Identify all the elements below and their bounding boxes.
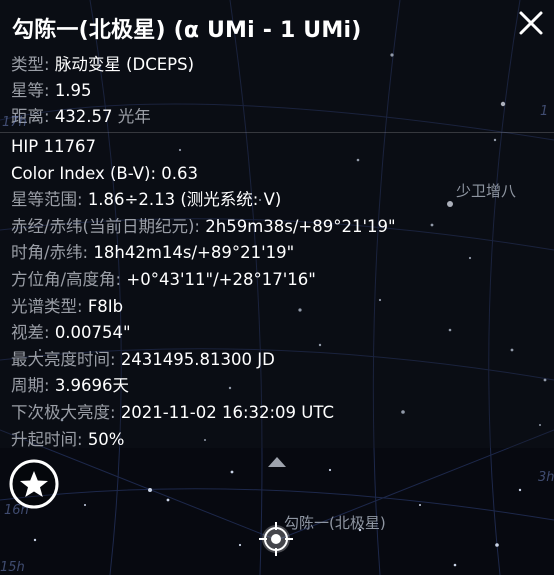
info-row: Color Index (B-V): 0.63 <box>11 164 198 184</box>
star-dot <box>148 488 152 492</box>
star-dot <box>328 468 332 472</box>
star-dot <box>518 488 522 492</box>
close-icon[interactable] <box>514 6 548 40</box>
info-row: 方位角/高度角: +0°43'11"/+28°17'16" <box>11 270 316 290</box>
info-label: 最大亮度时间: <box>11 350 121 369</box>
grid-label: 3h <box>538 470 554 485</box>
info-row: 赤经/赤纬(当前日期纪元): 2h59m38s/+89°21'19" <box>11 217 396 237</box>
info-value: +0°43'11"/+28°17'16" <box>126 270 316 289</box>
expand-panel-arrow-icon[interactable] <box>267 455 287 469</box>
info-row: 视差: 0.00754" <box>11 323 131 343</box>
info-value: 50% <box>87 430 125 449</box>
info-value: 1.86÷2.13 (测光系统: V) <box>87 190 282 209</box>
info-label: 方位角/高度角: <box>11 270 127 289</box>
selected-target-reticle-icon[interactable] <box>258 521 294 557</box>
grid-label: 1 <box>540 104 549 119</box>
info-value: 2431495.81300 JD <box>120 350 275 369</box>
sky-label-neighbor-star[interactable]: 少卫增八 <box>456 180 516 201</box>
grid-label: 15h <box>0 560 25 575</box>
info-label: 星等范围: <box>11 190 88 209</box>
info-value: 2h59m38s/+89°21'19" <box>205 217 396 236</box>
info-row-type: 类型: 脉动变星 (DCEPS) <box>11 55 194 75</box>
info-label: 周期: <box>11 376 55 395</box>
info-value: HIP 11767 <box>11 137 96 156</box>
info-value: 2021-11-02 16:32:09 UTC <box>120 403 335 422</box>
info-label: 星等: <box>11 81 55 100</box>
info-value: 18h42m14s/+89°21'19" <box>93 243 295 262</box>
star-dot <box>166 498 170 502</box>
info-row-distance: 距离: 432.57 光年 <box>11 107 151 127</box>
star-dot <box>495 543 499 547</box>
info-value: 432.57 <box>54 107 113 126</box>
info-label: 光谱类型: <box>11 297 88 316</box>
info-row-magnitude: 星等: 1.95 <box>11 81 92 101</box>
info-label: 视差: <box>11 323 55 342</box>
star-dot <box>84 504 86 506</box>
divider <box>0 132 554 133</box>
star-title: 勾陈一(北极星) (α UMi - 1 UMi) <box>12 18 362 43</box>
info-row: 光谱类型: F8Ib <box>11 297 123 317</box>
info-label: 赤经/赤纬(当前日期纪元): <box>11 217 206 236</box>
info-label: 下次极大亮度: <box>11 403 121 422</box>
star-dot <box>453 563 457 567</box>
favorite-star-button-icon[interactable] <box>8 458 60 510</box>
info-row: 周期: 3.9696天 <box>11 376 129 396</box>
info-unit: 光年 <box>112 107 151 126</box>
star-dot <box>33 538 37 542</box>
info-row: HIP 11767 <box>11 137 96 157</box>
info-label: 时角/赤纬: <box>11 243 94 262</box>
info-row: 升起时间: 50% <box>11 430 125 450</box>
star-dot <box>238 543 242 547</box>
star-dot <box>419 504 421 506</box>
sky-label-selected-star[interactable]: 勾陈一(北极星) <box>284 512 386 533</box>
info-value: 脉动变星 (DCEPS) <box>54 55 195 74</box>
info-row: 最大亮度时间: 2431495.81300 JD <box>11 350 275 370</box>
info-value: 3.9696天 <box>54 376 130 395</box>
info-value: Color Index (B-V): 0.63 <box>11 164 199 183</box>
info-label: 类型: <box>11 55 55 74</box>
info-value: 1.95 <box>54 81 92 100</box>
star-dot <box>230 470 234 474</box>
info-row: 时角/赤纬: 18h42m14s/+89°21'19" <box>11 243 294 263</box>
info-row: 下次极大亮度: 2021-11-02 16:32:09 UTC <box>11 403 334 423</box>
grid-label: 17h <box>2 115 27 130</box>
info-value: F8Ib <box>87 297 124 316</box>
info-row: 星等范围: 1.86÷2.13 (测光系统: V) <box>11 190 281 210</box>
info-label: 升起时间: <box>11 430 88 449</box>
info-value: 0.00754" <box>54 323 131 342</box>
